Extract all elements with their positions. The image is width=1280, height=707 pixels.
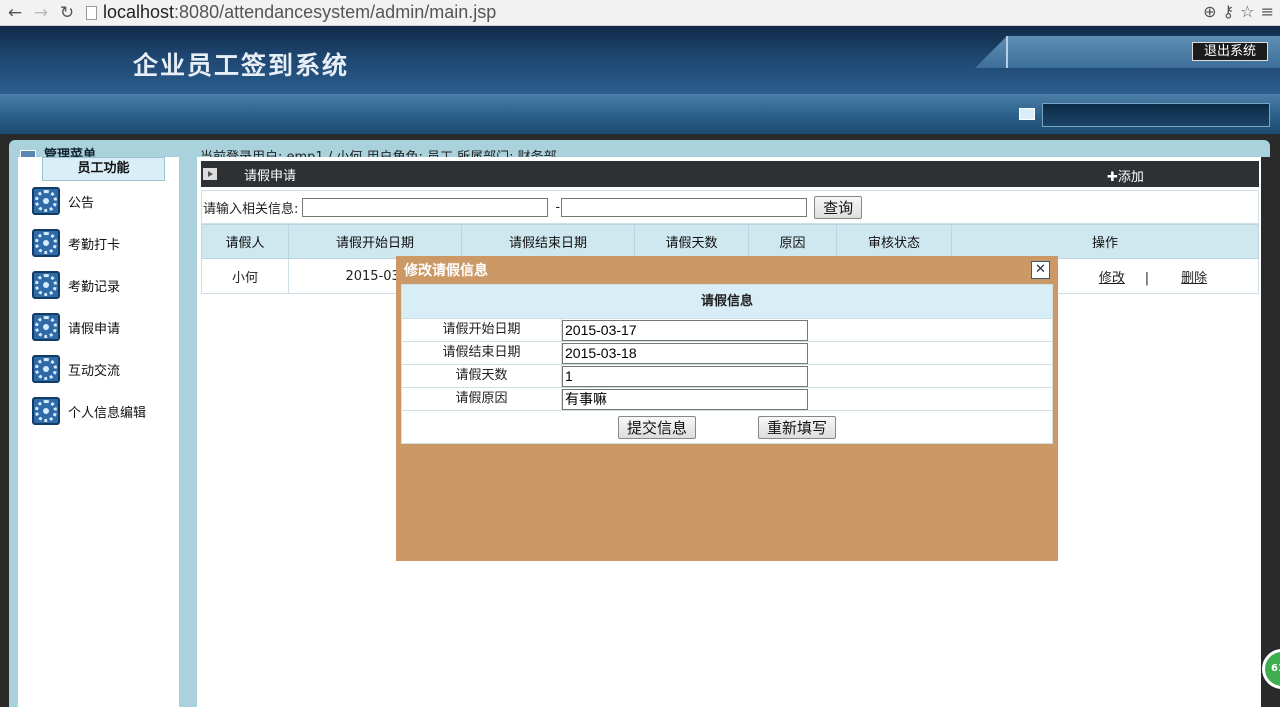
address-bar[interactable]: localhost:8080/attendancesystem/admin/ma… — [86, 2, 496, 24]
menu-icon-small — [20, 149, 36, 157]
search-input-from[interactable] — [302, 197, 549, 217]
sidebar-item-profile-edit[interactable]: 个人信息编辑 — [32, 396, 146, 426]
sidebar-item-label: 公告 — [68, 195, 95, 211]
submit-button[interactable]: 提交信息 — [617, 416, 696, 439]
delete-link[interactable]: 删除 — [1181, 271, 1207, 286]
field-label: 请假开始日期 — [402, 319, 562, 341]
search-row: 请输入相关信息: - 查询 — [201, 190, 1259, 224]
cell-name: 小何 — [201, 258, 289, 294]
browser-toolbar: ← → ↻ localhost:8080/attendancesystem/ad… — [0, 0, 1280, 26]
dialog-title: 修改请假信息 — [404, 263, 488, 279]
form-row-start-date: 请假开始日期 — [402, 319, 1052, 342]
form-row-end-date: 请假结束日期 — [402, 342, 1052, 365]
sidebar: 员工功能 公告 考勤打卡 考勤记录 请假申请 互动交流 个人信息编辑 — [18, 157, 179, 707]
search-label: 请输入相关信息: — [203, 201, 299, 217]
gear-icon — [32, 229, 60, 257]
column-header: 请假结束日期 — [461, 224, 635, 259]
column-header: 请假开始日期 — [288, 224, 462, 259]
form-actions: 提交信息 重新填写 — [402, 411, 1052, 444]
days-field[interactable] — [562, 365, 808, 387]
gear-icon — [32, 313, 60, 341]
gear-icon — [32, 271, 60, 299]
form-row-days: 请假天数 — [402, 365, 1052, 388]
add-button[interactable]: ✚添加 — [1107, 166, 1144, 185]
close-icon[interactable]: ✕ — [1031, 261, 1050, 279]
app-title: 企业员工签到系统 — [133, 51, 350, 80]
key-icon[interactable]: ⚷ — [1223, 2, 1235, 21]
forward-icon[interactable]: → — [30, 3, 52, 23]
sidebar-title: 员工功能 — [42, 157, 165, 181]
menu-heading-label: 管理菜单 — [44, 148, 97, 157]
star-icon[interactable]: ☆ — [1240, 2, 1254, 21]
sidebar-item-attendance-records[interactable]: 考勤记录 — [32, 270, 120, 300]
back-icon[interactable]: ← — [4, 3, 26, 23]
url-host: localhost — [103, 2, 175, 22]
menu-icon[interactable]: ≡ — [1261, 2, 1274, 21]
reset-button[interactable]: 重新填写 — [758, 416, 837, 439]
content-frame-right — [1261, 157, 1280, 707]
sidebar-item-label: 考勤打卡 — [68, 237, 121, 253]
content-frame-left — [179, 157, 197, 707]
page-icon — [86, 5, 97, 20]
column-header: 操作 — [951, 224, 1259, 259]
sidebar-item-clock-in[interactable]: 考勤打卡 — [32, 228, 120, 258]
zoom-icon[interactable]: ⊕ — [1203, 2, 1216, 21]
table-header-row: 请假人 请假开始日期 请假结束日期 请假天数 原因 审核状态 操作 — [201, 224, 1259, 259]
header-divider — [1006, 36, 1008, 68]
form-heading: 请假信息 — [402, 285, 1052, 319]
section-title-bar: 请假申请 — [201, 161, 1259, 187]
start-date-field[interactable] — [562, 319, 808, 341]
gear-icon — [32, 397, 60, 425]
sidebar-item-label: 个人信息编辑 — [68, 405, 147, 421]
gear-icon — [32, 187, 60, 215]
sidebar-item-label: 互动交流 — [68, 363, 121, 379]
search-button[interactable]: 查询 — [814, 195, 863, 219]
field-label: 请假天数 — [402, 365, 562, 387]
column-header: 原因 — [748, 224, 837, 259]
menu-heading: 管理菜单 — [20, 144, 96, 157]
play-icon — [203, 168, 217, 180]
search-separator: - — [555, 199, 561, 215]
sidebar-item-label: 考勤记录 — [68, 279, 121, 295]
edit-leave-dialog: 修改请假信息 ✕ 请假信息 请假开始日期 请假结束日期 请假天数 请假原因 提交… — [396, 256, 1058, 561]
field-label: 请假结束日期 — [402, 342, 562, 364]
dialog-form: 请假信息 请假开始日期 请假结束日期 请假天数 请假原因 提交信息 重新填写 — [401, 284, 1053, 444]
action-separator: | — [1144, 270, 1150, 286]
field-label: 请假原因 — [402, 388, 562, 410]
subbar-box — [1042, 103, 1270, 127]
column-header: 请假人 — [201, 224, 289, 259]
form-row-reason: 请假原因 — [402, 388, 1052, 411]
sidebar-item-notice[interactable]: 公告 — [32, 186, 94, 216]
sidebar-item-label: 请假申请 — [68, 321, 121, 337]
edit-link[interactable]: 修改 — [1099, 271, 1125, 286]
logout-button[interactable]: 退出系统 — [1192, 42, 1268, 61]
end-date-field[interactable] — [562, 342, 808, 364]
gear-icon — [32, 355, 60, 383]
monitor-icon — [1019, 108, 1035, 120]
url-path: :8080/attendancesystem/admin/main.jsp — [174, 2, 497, 22]
search-input-to[interactable] — [561, 197, 808, 217]
column-header: 审核状态 — [836, 224, 952, 259]
reason-field[interactable] — [562, 388, 808, 410]
sidebar-item-communication[interactable]: 互动交流 — [32, 354, 120, 384]
user-info: 当前登录用户: emp1 / 小何 用户角色: 员工 所属部门: 财务部 — [200, 146, 557, 157]
reload-icon[interactable]: ↻ — [56, 3, 78, 23]
section-title: 请假申请 — [244, 168, 297, 184]
sidebar-item-leave-request[interactable]: 请假申请 — [32, 312, 120, 342]
column-header: 请假天数 — [634, 224, 749, 259]
